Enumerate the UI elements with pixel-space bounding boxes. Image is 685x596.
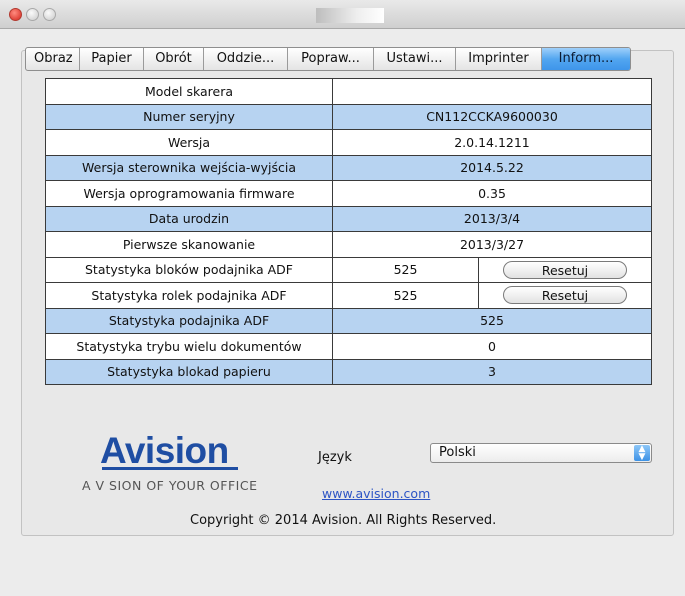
tab-bar: Obraz Papier Obrót Oddzie... Popraw... U… (25, 47, 631, 71)
row-label: Statystyka blokad papieru (45, 358, 333, 385)
logo-tagline: A V SION OF YOUR OFFICE (82, 478, 258, 493)
tab-obraz[interactable]: Obraz (26, 48, 80, 70)
table-row: Wersja 2.0.14.1211 (45, 129, 652, 156)
row-label: Model skarera (45, 78, 333, 105)
reset-cell: Resetuj (478, 256, 652, 283)
row-value: 525 (332, 256, 479, 283)
table-row: Wersja oprogramowania firmware 0.35 (45, 180, 652, 207)
row-value (332, 78, 652, 105)
row-value: CN112CCKA9600030 (332, 103, 652, 130)
row-value: 2013/3/4 (332, 205, 652, 232)
row-value: 2.0.14.1211 (332, 129, 652, 156)
row-label: Numer seryjny (45, 103, 333, 130)
row-label: Statystyka trybu wielu dokumentów (45, 333, 333, 360)
row-label: Wersja sterownika wejścia-wyjścia (45, 154, 333, 181)
row-label: Statystyka rolek podajnika ADF (45, 282, 333, 309)
table-row: Statystyka trybu wielu dokumentów 0 (45, 333, 652, 360)
language-select[interactable]: Polski ▲ ▼ (430, 443, 652, 463)
table-row: Data urodzin 2013/3/4 (45, 205, 652, 232)
table-row: Statystyka podajnika ADF 525 (45, 307, 652, 334)
tab-ustawienia[interactable]: Ustawi... (374, 48, 456, 70)
language-label: Język (318, 450, 352, 465)
language-selected-value: Polski (439, 445, 476, 460)
tab-imprinter[interactable]: Imprinter (456, 48, 542, 70)
table-row: Pierwsze skanowanie 2013/3/27 (45, 231, 652, 258)
table-row: Statystyka bloków podajnika ADF 525 Rese… (45, 256, 652, 283)
copyright-text: Copyright © 2014 Avision. All Rights Res… (190, 513, 497, 528)
row-label: Statystyka bloków podajnika ADF (45, 256, 333, 283)
tab-obrot[interactable]: Obrót (144, 48, 204, 70)
row-value: 0 (332, 333, 652, 360)
row-label: Data urodzin (45, 205, 333, 232)
tab-informacje[interactable]: Inform... (542, 48, 630, 70)
tab-poprawki[interactable]: Popraw... (288, 48, 374, 70)
website-link[interactable]: www.avision.com (322, 486, 430, 501)
close-window-button[interactable] (9, 8, 22, 21)
table-row: Statystyka rolek podajnika ADF 525 Reset… (45, 282, 652, 309)
row-value: 525 (332, 282, 479, 309)
logo-underline (102, 467, 238, 470)
row-value: 3 (332, 358, 652, 385)
reset-cell: Resetuj (478, 282, 652, 309)
reset-adf-blocks-button[interactable]: Resetuj (503, 260, 627, 279)
row-value: 2013/3/27 (332, 231, 652, 258)
row-value: 525 (332, 307, 652, 334)
window-title-area (316, 8, 384, 23)
tab-papier[interactable]: Papier (80, 48, 144, 70)
avision-logo: Avision (100, 430, 229, 471)
table-row: Numer seryjny CN112CCKA9600030 (45, 103, 652, 130)
scanner-info-table: Model skarera Numer seryjny CN112CCKA960… (45, 78, 652, 385)
title-bar (0, 0, 685, 29)
row-label: Wersja (45, 129, 333, 156)
select-arrows-icon: ▲ ▼ (634, 445, 650, 462)
tab-oddzielanie[interactable]: Oddzie... (204, 48, 288, 70)
row-value: 2014.5.22 (332, 154, 652, 181)
table-row: Wersja sterownika wejścia-wyjścia 2014.5… (45, 154, 652, 181)
table-row: Model skarera (45, 78, 652, 105)
zoom-window-button[interactable] (43, 8, 56, 21)
row-label: Wersja oprogramowania firmware (45, 180, 333, 207)
row-value: 0.35 (332, 180, 652, 207)
reset-adf-rollers-button[interactable]: Resetuj (503, 286, 627, 305)
row-label: Statystyka podajnika ADF (45, 307, 333, 334)
row-label: Pierwsze skanowanie (45, 231, 333, 258)
minimize-window-button[interactable] (26, 8, 39, 21)
table-row: Statystyka blokad papieru 3 (45, 358, 652, 385)
